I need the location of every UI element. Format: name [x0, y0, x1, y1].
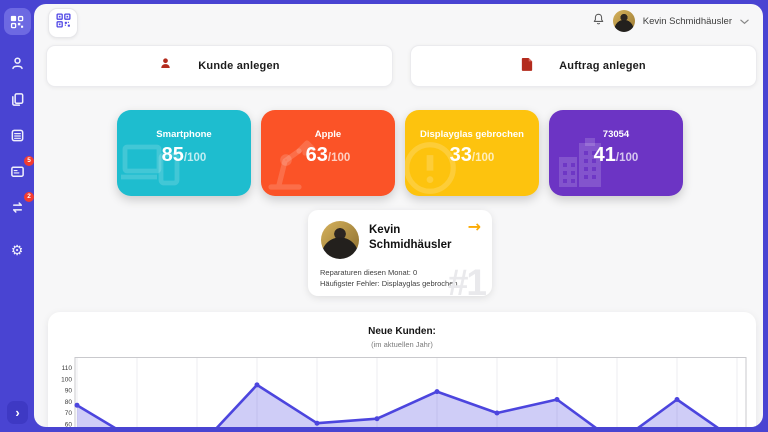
- order-document-icon: [521, 57, 533, 76]
- create-customer-label: Kunde anlegen: [198, 60, 279, 72]
- stat-suffix: /100: [328, 152, 350, 164]
- stat-value: 85: [162, 144, 184, 166]
- profile-stat-top-error: Häufigster Fehler: Displayglas gebrochen: [320, 279, 458, 288]
- qr-code-icon: [56, 13, 71, 33]
- svg-text:100: 100: [61, 377, 72, 384]
- transfers-badge: 2: [24, 192, 34, 202]
- area-chart: 110 100 90 80 70 60: [48, 357, 756, 427]
- stat-title: Smartphone: [117, 129, 251, 140]
- svg-text:60: 60: [65, 422, 73, 428]
- svg-text:70: 70: [65, 410, 73, 417]
- stat-value: 41: [594, 144, 616, 166]
- create-order-button[interactable]: Auftrag anlegen: [410, 45, 757, 87]
- user-name: Kevin Schmidhäusler: [643, 16, 732, 27]
- sidebar-item-repair-cards[interactable]: 5: [6, 160, 28, 182]
- copy-icon: [10, 92, 25, 107]
- arrow-right-icon[interactable]: →: [468, 217, 481, 236]
- settings-gear-icon: ⚙: [11, 243, 24, 259]
- svg-text:80: 80: [65, 399, 73, 406]
- stat-cards-row: Smartphone 85/100 Apple 63/100 Displa: [117, 110, 683, 196]
- user-icon: [10, 56, 25, 71]
- profile-avatar: [321, 221, 359, 259]
- sidebar-expand-button[interactable]: ›: [7, 401, 28, 424]
- rank-badge: #1: [448, 262, 485, 296]
- user-menu[interactable]: Kevin Schmidhäusler: [592, 9, 749, 33]
- stat-suffix: /100: [472, 152, 494, 164]
- stat-card-displayglas[interactable]: Displayglas gebrochen 33/100: [405, 110, 539, 196]
- chart-subtitle: (im aktuellen Jahr): [48, 340, 756, 349]
- profile-name: Kevin Schmidhäusler: [369, 223, 473, 253]
- stat-card-73054[interactable]: 73054 41/100: [549, 110, 683, 196]
- sidebar-item-list[interactable]: [6, 124, 28, 146]
- sidebar-item-dashboard[interactable]: [4, 8, 31, 35]
- list-icon: [10, 128, 25, 143]
- add-person-icon: [159, 57, 172, 75]
- avatar: [613, 10, 635, 32]
- stat-value: 63: [306, 144, 328, 166]
- sidebar-item-settings[interactable]: ⚙: [6, 240, 28, 262]
- bell-icon[interactable]: [592, 12, 605, 31]
- stat-title: Displayglas gebrochen: [405, 129, 539, 140]
- stat-title: 73054: [549, 129, 683, 140]
- stat-value: 33: [450, 144, 472, 166]
- sidebar-item-transfers[interactable]: 2: [6, 196, 28, 218]
- card-icon: [10, 164, 25, 179]
- svg-text:110: 110: [62, 365, 73, 372]
- qr-scan-button[interactable]: [48, 8, 78, 38]
- main-content: Kevin Schmidhäusler Kunde anlegen Auftra…: [34, 4, 763, 427]
- stat-card-apple[interactable]: Apple 63/100: [261, 110, 395, 196]
- sidebar: 5 2 ⚙: [0, 0, 34, 432]
- dashboard-grid-icon: [10, 15, 24, 29]
- stat-title: Apple: [261, 129, 395, 140]
- repair-cards-badge: 5: [24, 156, 34, 166]
- stat-suffix: /100: [184, 152, 206, 164]
- sidebar-item-copies[interactable]: [6, 88, 28, 110]
- stat-suffix: /100: [616, 152, 638, 164]
- create-customer-button[interactable]: Kunde anlegen: [46, 45, 393, 87]
- profile-stat-repairs: Reparaturen diesen Monat: 0: [320, 268, 417, 277]
- chevron-down-icon: [740, 12, 749, 30]
- profile-card: Kevin Schmidhäusler → Reparaturen diesen…: [308, 210, 492, 296]
- create-order-label: Auftrag anlegen: [559, 60, 646, 72]
- svg-text:90: 90: [65, 388, 73, 395]
- stat-card-smartphone[interactable]: Smartphone 85/100: [117, 110, 251, 196]
- chart-title: Neue Kunden:: [48, 312, 756, 337]
- sidebar-item-customers[interactable]: [6, 52, 28, 74]
- swap-arrows-icon: [10, 200, 25, 215]
- new-customers-chart-card: Neue Kunden: (im aktuellen Jahr) 110 100 9…: [48, 312, 756, 427]
